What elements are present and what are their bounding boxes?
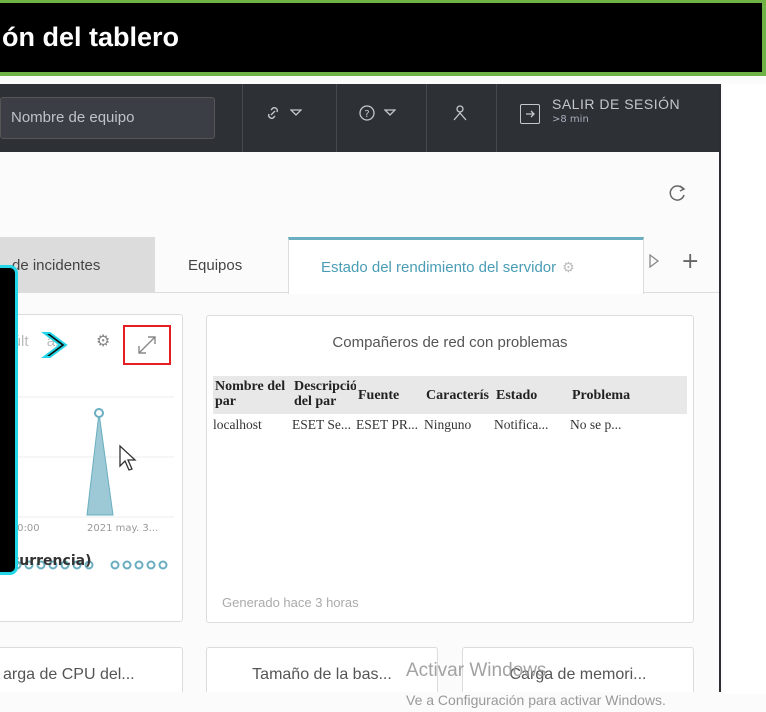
activation-watermark-sub: Ve a Configuración para activar Windows. <box>406 692 666 708</box>
user-button[interactable] <box>452 104 468 122</box>
chevron-right-icon <box>40 330 72 364</box>
expand-widget-button[interactable] <box>123 325 171 365</box>
db-size-widget: Tamaño de la bas... <box>206 647 438 692</box>
tab-computers[interactable]: Equipos <box>176 237 286 293</box>
data-point <box>158 560 168 570</box>
title-banner-inner: ón del tablero <box>0 3 762 72</box>
x-axis-label: 2021 may. 3... <box>87 523 159 534</box>
column-header[interactable]: Estado <box>494 376 570 414</box>
table-row[interactable]: localhost ESET Se... ESET PR... Ninguno … <box>213 414 687 436</box>
add-tab-button[interactable]: + <box>681 249 699 274</box>
background-strip <box>723 84 766 694</box>
help-icon: ? <box>359 105 375 121</box>
divider <box>336 84 337 152</box>
widget-title: Tamaño de la bas... <box>252 666 392 683</box>
logout-button[interactable]: SALIR DE SESIÓN >8 min <box>520 96 680 125</box>
title-banner: ón del tablero <box>0 0 766 76</box>
computer-search-input[interactable]: Nombre de equipo <box>0 97 215 139</box>
table-cell: localhost <box>213 417 262 432</box>
dashboard-tabs: de incidentes Equipos Estado del rendimi… <box>0 237 719 294</box>
table-cell: ESET Se... <box>292 417 352 432</box>
play-right-icon <box>649 253 660 269</box>
column-header[interactable]: Fuente <box>356 376 424 414</box>
table-header: Nombre del par Descripció del par Fuente… <box>213 376 687 414</box>
refresh-icon <box>669 185 686 201</box>
link-menu-button[interactable] <box>264 104 302 122</box>
peers-table: Nombre del par Descripció del par Fuente… <box>213 376 687 436</box>
tab-label: Estado del rendimiento del servidor <box>321 258 557 276</box>
divider <box>426 84 427 152</box>
data-point <box>146 560 156 570</box>
peers-widget-title: Compañeros de red con problemas <box>332 334 568 351</box>
divider <box>496 84 497 152</box>
table-cell: Notifica... <box>494 417 549 432</box>
column-header[interactable]: Nombre del par <box>213 376 292 414</box>
divider <box>242 84 243 152</box>
data-point <box>110 560 120 570</box>
refresh-button[interactable] <box>665 182 689 206</box>
banner-title: ón del tablero <box>2 22 180 52</box>
session-timer: >8 min <box>552 114 589 125</box>
data-point <box>134 560 144 570</box>
chevron-down-icon <box>384 109 396 116</box>
data-point <box>122 560 132 570</box>
widget-title: arga de CPU del... <box>3 666 135 683</box>
chevron-down-icon <box>290 109 302 116</box>
chart-widget: s últ a: ⚙ <box>0 314 183 622</box>
table-cell: No se p... <box>570 417 622 432</box>
tabs-next-button[interactable] <box>648 253 660 272</box>
data-point <box>94 408 104 418</box>
cpu-load-widget: arga de CPU del... <box>0 647 183 692</box>
generated-timestamp: Generado hace 3 horas <box>222 595 359 610</box>
column-header[interactable]: Descripció del par <box>292 376 356 414</box>
incident-chart <box>0 396 174 570</box>
logout-label: SALIR DE SESIÓN <box>552 96 681 112</box>
column-header[interactable]: Caracterís <box>424 376 494 414</box>
tutorial-callout <box>0 265 18 575</box>
user-icon <box>453 105 467 121</box>
table-cell: ESET PR... <box>356 417 419 432</box>
help-menu-button[interactable]: ? <box>358 104 396 122</box>
column-header[interactable]: Problema <box>570 376 650 414</box>
svg-text:?: ? <box>364 109 369 120</box>
activation-watermark: Activar Windows <box>406 660 547 681</box>
top-bar: Nombre de equipo ? SALIR DE SESIÓN >8 mi… <box>0 84 719 152</box>
expand-icon <box>138 336 156 354</box>
screen: ón del tablero Nombre de equipo ? SALIR … <box>0 0 766 712</box>
tab-incidents[interactable]: de incidentes <box>0 237 155 293</box>
gear-icon[interactable]: ⚙ <box>562 259 575 276</box>
logout-icon <box>520 104 540 124</box>
mouse-cursor-icon <box>118 444 138 476</box>
gear-icon[interactable]: ⚙ <box>96 331 110 350</box>
spike-area <box>86 412 114 516</box>
link-icon <box>268 107 278 119</box>
tab-server-performance[interactable]: Estado del rendimiento del servidor ⚙ <box>288 237 644 294</box>
console-window: Nombre de equipo ? SALIR DE SESIÓN >8 mi… <box>0 84 721 692</box>
peers-widget: Compañeros de red con problemas Nombre d… <box>206 315 694 623</box>
table-cell: Ninguno <box>424 417 472 432</box>
